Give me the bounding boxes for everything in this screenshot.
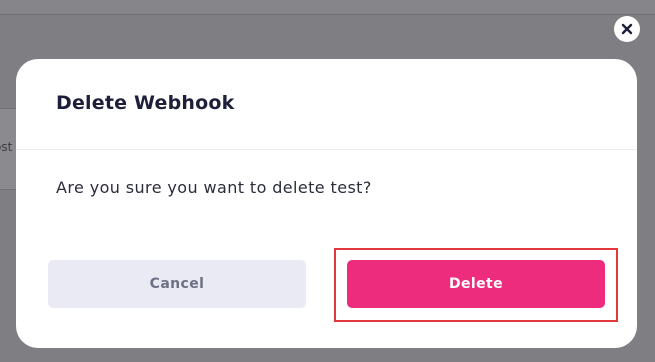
close-button[interactable]: [614, 16, 640, 42]
dialog-header: Delete Webhook: [16, 59, 637, 150]
dialog-title: Delete Webhook: [56, 92, 235, 114]
close-icon: [621, 23, 633, 35]
delete-webhook-dialog: Delete Webhook Are you sure you want to …: [16, 59, 637, 348]
dialog-message: Are you sure you want to delete test?: [56, 178, 372, 197]
background-header: [0, 0, 655, 15]
delete-button[interactable]: Delete: [347, 260, 605, 308]
cancel-button[interactable]: Cancel: [48, 260, 306, 308]
background-row-text: ost: [0, 140, 13, 154]
